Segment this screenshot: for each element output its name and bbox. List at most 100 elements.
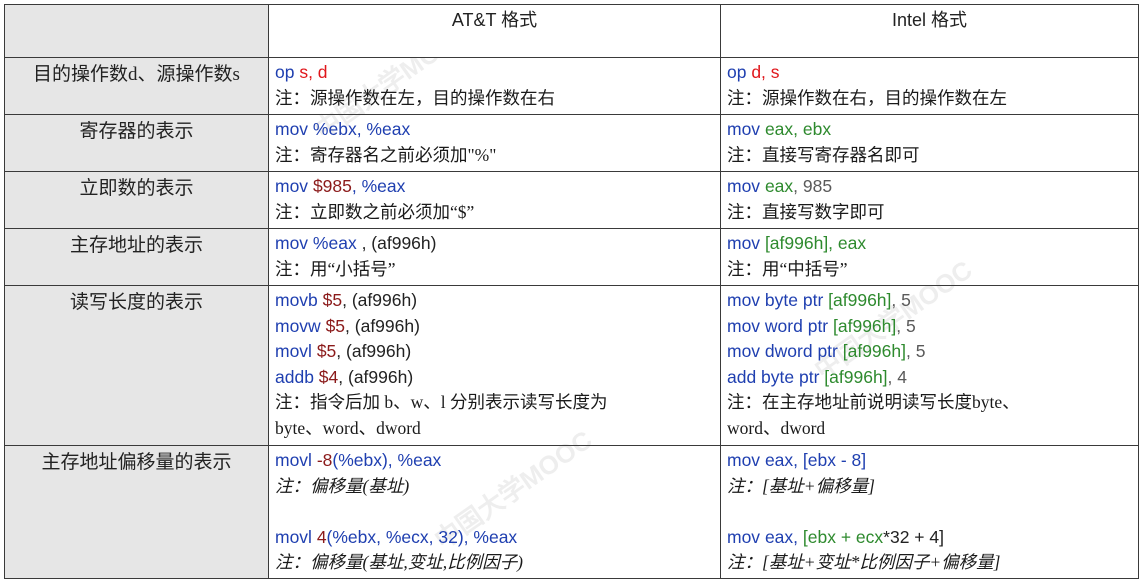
code-token: (%ebx, %ecx, 32), %eax: [326, 526, 518, 547]
code-token: mov: [727, 233, 765, 253]
att-cell: mov %ebx, %eax 注：寄存器名之前必须加"%": [268, 114, 721, 172]
note-line: 注：偏移量(基址): [275, 475, 410, 496]
code-token: [ebx + ecx: [802, 526, 884, 547]
code-token: , (af996h): [342, 290, 418, 310]
code-token: d, s: [751, 62, 780, 82]
code-token: , (af996h): [336, 341, 412, 362]
code-token: , %eax: [351, 176, 406, 196]
code-token: eax, ebx: [764, 119, 832, 139]
code-token: eax,: [764, 526, 803, 547]
table-row: 目的操作数d、源操作数s op s, d 注：源操作数在左，目的操作数在右 op d,…: [4, 57, 1139, 115]
table-row: 主存地址偏移量的表示 movl -8(%ebx), %eax 注：偏移量(基址) mo…: [4, 445, 1139, 579]
code-token: -8: [316, 450, 333, 470]
code-token: mov: [727, 119, 765, 139]
code-token: , (af996h): [345, 315, 420, 336]
code-token: , 985: [793, 176, 833, 196]
row-label: 寄存器的表示: [4, 114, 269, 172]
code-token: mov %ebx, %eax: [275, 119, 411, 139]
note-line: 注：[基址+变址*比例因子+偏移量]: [727, 552, 1001, 573]
intel-cell: mov eax, [ebx - 8] 注：[基址+偏移量] mov eax, [eb…: [720, 445, 1139, 579]
code-token: [af996h]: [828, 290, 892, 310]
code-token: mov byte ptr: [727, 290, 829, 310]
att-cell: movl -8(%ebx), %eax 注：偏移量(基址) movl 4(%ebx,…: [268, 445, 721, 579]
row-label: 主存地址的表示: [4, 228, 269, 286]
code-token: [af996h]: [842, 341, 906, 362]
note-line: 注：立即数之前必须加“$”: [275, 201, 475, 222]
code-token: , 4: [887, 366, 908, 387]
code-token: [af996h]: [833, 315, 897, 336]
code-token: $5: [325, 315, 346, 336]
att-cell: op s, d 注：源操作数在左，目的操作数在右: [268, 57, 721, 115]
code-line: movl 4(%ebx, %ecx, 32), %eax: [275, 525, 714, 551]
code-line: movl $5, (af996h): [275, 339, 714, 365]
note-line: byte、word、dword: [275, 417, 421, 438]
code-token: mov: [727, 450, 765, 470]
code-line: movb $5, (af996h): [275, 288, 714, 314]
code-line: add byte ptr [af996h], 4: [727, 365, 1132, 391]
intel-cell: mov eax, ebx 注：直接写寄存器名即可: [720, 114, 1139, 172]
note-line: 注：偏移量(基址,变址,比例因子): [275, 552, 523, 573]
code-line: movl -8(%ebx), %eax: [275, 448, 714, 474]
code-line: mov word ptr [af996h], 5: [727, 314, 1132, 340]
note-line: 注：[基址+偏移量]: [727, 475, 875, 496]
code-line: mov $985, %eax: [275, 174, 714, 200]
att-cell: mov $985, %eax 注：立即数之前必须加“$”: [268, 171, 721, 229]
code-line: mov eax, ebx: [727, 117, 1132, 143]
row-label: 目的操作数d、源操作数s: [4, 57, 269, 115]
table-row: 寄存器的表示 mov %ebx, %eax 注：寄存器名之前必须加"%" mov ea…: [4, 114, 1139, 172]
note-line: 注：指令后加 b、w、l 分别表示读写长度为: [275, 392, 608, 413]
code-token: 4: [316, 526, 327, 547]
code-token: mov: [727, 526, 765, 547]
code-line: op d, s: [727, 60, 1132, 86]
code-line: movw $5, (af996h): [275, 314, 714, 340]
code-token: movl: [275, 341, 317, 362]
note-line: 注：直接写寄存器名即可: [727, 144, 920, 165]
code-token: mov %eax: [275, 233, 357, 253]
code-token: [af996h], eax: [764, 233, 867, 253]
code-line: mov [af996h], eax: [727, 231, 1132, 257]
code-line: mov byte ptr [af996h], 5: [727, 288, 1132, 314]
code-token: , (af996h): [356, 233, 437, 253]
code-line: mov eax, [ebx - 8]: [727, 448, 1132, 474]
intel-cell: op d, s 注：源操作数在右，目的操作数在左: [720, 57, 1139, 115]
intel-cell: mov [af996h], eax 注：用“中括号”: [720, 228, 1139, 286]
header-corner-cell: [4, 4, 269, 58]
note-line: 注：寄存器名之前必须加"%": [275, 144, 497, 165]
code-token: , 5: [905, 341, 926, 362]
code-line: mov eax, 985: [727, 174, 1132, 200]
code-line: mov dword ptr [af996h], 5: [727, 339, 1132, 365]
code-line: mov %ebx, %eax: [275, 117, 714, 143]
intel-cell: mov byte ptr [af996h], 5 mov word ptr [af…: [720, 285, 1139, 446]
code-token: $4: [318, 366, 339, 387]
code-line: mov eax, [ebx + ecx*32 + 4]: [727, 525, 1132, 551]
att-cell: mov %eax , (af996h) 注：用“小括号”: [268, 228, 721, 286]
note-line: 注：直接写数字即可: [727, 201, 885, 222]
code-token: add byte ptr: [727, 366, 825, 387]
code-token: $5: [316, 341, 337, 362]
note-line: 注：源操作数在左，目的操作数在右: [275, 87, 555, 108]
code-line: op s, d: [275, 60, 714, 86]
header-intel: Intel 格式: [720, 4, 1139, 58]
code-token: mov: [727, 176, 765, 196]
code-token: , (af996h): [338, 366, 414, 387]
code-token: eax: [764, 176, 794, 196]
code-token: $985: [312, 176, 352, 196]
code-token: $5: [322, 290, 343, 310]
assembly-syntax-comparison-table: AT&T 格式 Intel 格式 目的操作数d、源操作数s op s, d 注：源操…: [4, 4, 1139, 579]
code-token: [af996h]: [824, 366, 888, 387]
code-token: (%ebx), %eax: [332, 450, 442, 470]
code-token: eax, [ebx - 8]: [764, 450, 867, 470]
code-line: addb $4, (af996h): [275, 365, 714, 391]
header-row: AT&T 格式 Intel 格式: [4, 4, 1139, 58]
header-att: AT&T 格式: [268, 4, 721, 58]
note-line: 注：用“小括号”: [275, 258, 396, 279]
intel-cell: mov eax, 985 注：直接写数字即可: [720, 171, 1139, 229]
row-label: 主存地址偏移量的表示: [4, 445, 269, 579]
code-token: mov: [275, 176, 313, 196]
code-token: s, d: [299, 62, 328, 82]
table-row: 立即数的表示 mov $985, %eax 注：立即数之前必须加“$” mov eax…: [4, 171, 1139, 229]
code-token: mov dword ptr: [727, 341, 843, 362]
note-line: 注：用“中括号”: [727, 258, 848, 279]
